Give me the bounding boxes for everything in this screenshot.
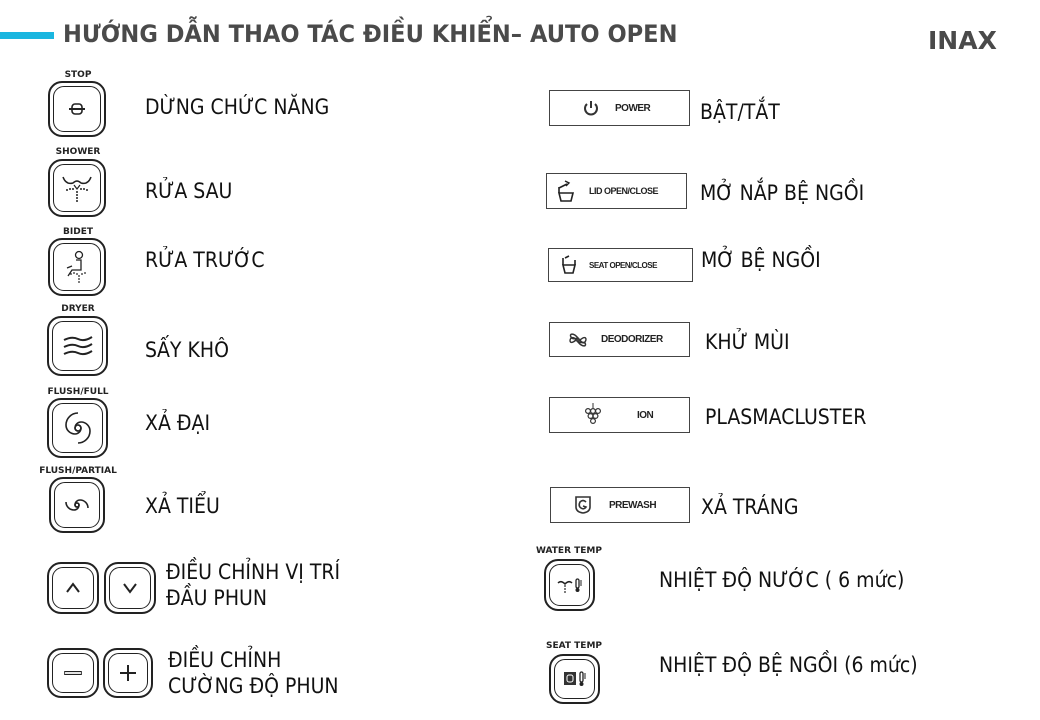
deodorizer-button[interactable]: DEODORIZER xyxy=(549,322,690,357)
stop-button[interactable] xyxy=(48,81,106,137)
seat-temp-caption: SEAT TEMP xyxy=(545,641,602,651)
plus-icon xyxy=(120,665,136,681)
lid-label: LID OPEN/CLOSE xyxy=(589,186,659,196)
pressure-description-line1: ĐIỀU CHỈNH xyxy=(168,648,282,672)
bidet-icon xyxy=(66,250,86,283)
lid-description: MỞ NẮP BỆ NGỒI xyxy=(700,181,865,205)
flush-partial-icon xyxy=(65,499,89,511)
flush-full-icon xyxy=(64,412,91,444)
power-description: BẬT/TẮT xyxy=(700,100,780,124)
power-button[interactable]: POWER xyxy=(549,90,690,126)
accent-bar xyxy=(0,32,54,39)
seat-label: SEAT OPEN/CLOSE xyxy=(589,260,657,270)
minus-icon xyxy=(64,671,82,675)
deodorizer-label: DEODORIZER xyxy=(601,334,663,345)
page-title: HƯỚNG DẪN THAO TÁC ĐIỀU KHIỂN– AUTO OPEN xyxy=(63,20,678,48)
ion-cluster-icon xyxy=(584,403,602,425)
flush-partial-button[interactable] xyxy=(49,477,105,533)
ion-button[interactable]: ION xyxy=(549,397,690,433)
dryer-button[interactable] xyxy=(47,316,108,376)
position-description-line2: ĐẦU PHUN xyxy=(166,586,267,610)
seat-temp-button[interactable] xyxy=(549,654,600,704)
dryer-caption: DRYER xyxy=(61,304,95,314)
water-temp-button[interactable] xyxy=(544,559,595,611)
power-label: POWER xyxy=(615,102,651,114)
seat-temp-description: NHIỆT ĐỘ BỆ NGỒI (6 mức) xyxy=(659,653,918,677)
prewash-description: XẢ TRÁNG xyxy=(701,495,799,519)
seat-icon xyxy=(561,255,577,274)
dryer-icon xyxy=(63,336,93,356)
nozzle-down-button[interactable] xyxy=(104,562,156,614)
bidet-button[interactable] xyxy=(48,238,106,296)
water-temp-caption: WATER TEMP xyxy=(536,546,602,556)
seat-description: MỞ BỆ NGỒI xyxy=(701,248,821,272)
stop-icon xyxy=(69,103,85,115)
ion-description: PLASMACLUSTER xyxy=(705,405,867,429)
dryer-description: SẤY KHÔ xyxy=(145,338,229,362)
flush-full-description: XẢ ĐẠI xyxy=(145,411,211,435)
position-description-line1: ĐIỀU CHỈNH VỊ TRÍ xyxy=(166,560,341,584)
seat-open-close-button[interactable]: SEAT OPEN/CLOSE xyxy=(548,248,693,282)
pressure-minus-button[interactable] xyxy=(47,648,99,698)
deodorizer-description: KHỬ MÙI xyxy=(705,330,790,354)
stop-caption: STOP xyxy=(64,70,92,80)
shower-caption: SHOWER xyxy=(55,147,101,157)
flush-partial-caption: FLUSH/PARTIAL xyxy=(39,466,117,476)
power-icon xyxy=(584,101,598,116)
prewash-icon xyxy=(575,496,591,514)
chevron-up-icon xyxy=(66,582,80,593)
water-temp-description: NHIỆT ĐỘ NƯỚC ( 6 mức) xyxy=(659,568,905,592)
seat-temp-icon xyxy=(563,671,586,686)
prewash-button[interactable]: PREWASH xyxy=(550,487,690,523)
ion-label: ION xyxy=(637,409,654,421)
lid-icon xyxy=(557,180,575,202)
flush-partial-description: XẢ TIỂU xyxy=(145,494,220,518)
stop-description: DỪNG CHỨC NĂNG xyxy=(145,95,330,119)
shower-icon xyxy=(62,176,92,202)
pressure-plus-button[interactable] xyxy=(103,648,153,698)
prewash-label: PREWASH xyxy=(609,499,657,511)
bidet-description: RỬA TRƯỚC xyxy=(145,248,265,272)
fan-icon xyxy=(569,332,587,347)
bidet-caption: BIDET xyxy=(63,227,93,237)
brand-logo: INAX xyxy=(928,26,997,55)
chevron-down-icon xyxy=(123,583,137,594)
shower-description: RỬA SAU xyxy=(145,179,233,203)
nozzle-up-button[interactable] xyxy=(47,562,99,614)
flush-full-button[interactable] xyxy=(47,398,108,458)
pressure-description-line2: CƯỜNG ĐỘ PHUN xyxy=(168,674,339,698)
water-temp-icon xyxy=(556,578,582,593)
flush-full-caption: FLUSH/FULL xyxy=(47,387,109,397)
lid-open-close-button[interactable]: LID OPEN/CLOSE xyxy=(546,173,687,209)
shower-button[interactable] xyxy=(48,159,106,217)
